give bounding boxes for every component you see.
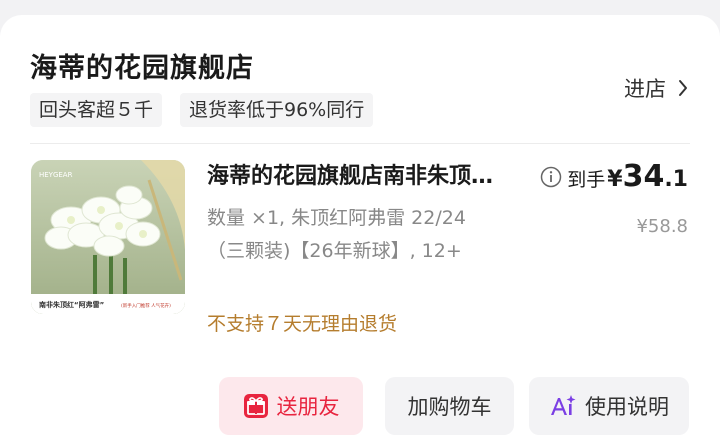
- add-to-cart-button[interactable]: 加购物车: [385, 377, 514, 435]
- repeat-customer-badge: 回头客超５千: [30, 93, 163, 127]
- product-spec: 数量 ×1, 朱顶红阿弗雷 22/24（三颗装)【26年新球】, 12+: [207, 207, 466, 262]
- gift-friend-label: 送朋友: [276, 395, 340, 419]
- enter-shop-label: 进店: [624, 77, 666, 101]
- original-price: ¥58.8: [636, 216, 688, 237]
- image-brand-text: HEYGEAR: [39, 171, 73, 179]
- product-image[interactable]: HEYGEAR 南非朱顶红“阿弗雷” (新手入门推荐 人气花卉): [31, 160, 185, 314]
- image-caption-text: 南非朱顶红“阿弗雷”: [39, 300, 104, 309]
- final-price: 到手 ¥ 34 .1: [540, 159, 688, 194]
- enter-shop-link[interactable]: 进店: [624, 73, 688, 103]
- gift-icon: [243, 394, 268, 418]
- product-title[interactable]: 海蒂的花园旗舰店南非朱顶红阿弗雷: [207, 158, 507, 190]
- image-caption-note: (新手入门推荐 人气花卉): [121, 302, 171, 309]
- usage-guide-label: 使用说明: [585, 395, 669, 419]
- return-policy-notice: 不支持７天无理由退货: [207, 313, 398, 335]
- add-to-cart-label: 加购物车: [407, 395, 492, 419]
- divider: [30, 143, 690, 144]
- price-integer: 34: [622, 159, 665, 194]
- usage-guide-button[interactable]: 使用说明: [529, 377, 689, 435]
- price-decimal: .1: [664, 167, 688, 192]
- return-rate-badge: 退货率低于96%同行: [180, 93, 374, 127]
- order-item-card: 海蒂的花园旗舰店 回头客超５千 退货率低于96%同行 进店 HEYGEAR 南非…: [0, 15, 720, 438]
- gift-friend-button[interactable]: 送朋友: [219, 377, 363, 435]
- price-label: 到手: [567, 169, 606, 191]
- chevron-right-icon: [679, 80, 687, 96]
- info-icon[interactable]: [540, 166, 562, 188]
- ai-sparkle-icon: [551, 395, 576, 415]
- shop-name[interactable]: 海蒂的花园旗舰店: [30, 46, 254, 85]
- currency-symbol: ¥: [607, 167, 623, 192]
